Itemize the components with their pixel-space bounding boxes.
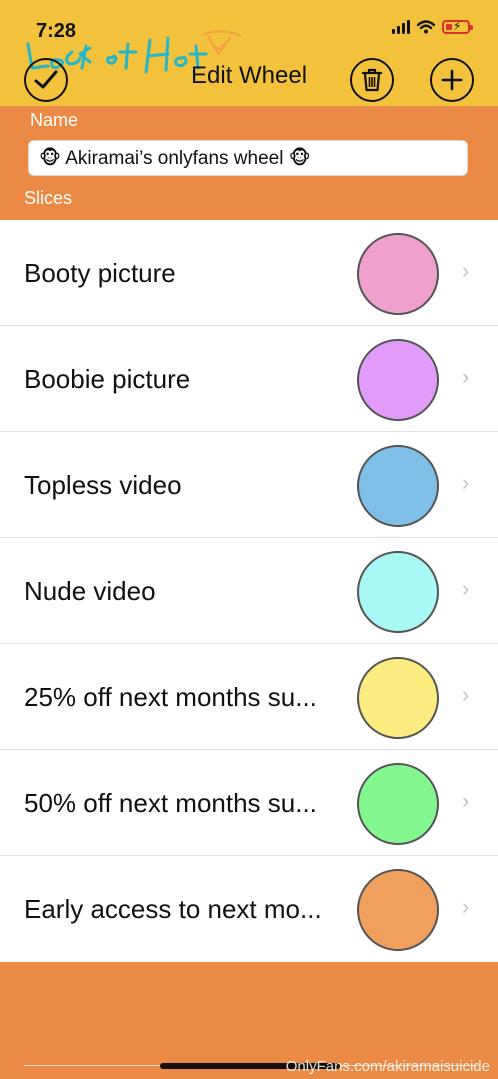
slice-label: Topless video xyxy=(24,470,182,500)
chevron-right-icon: › xyxy=(462,364,470,389)
delete-button[interactable] xyxy=(350,58,394,102)
slices-label: Slices xyxy=(24,188,73,208)
slice-list: Booty picture › Boobie picture › Topless… xyxy=(0,220,498,962)
slice-label: Nude video xyxy=(24,576,156,606)
signal-icon xyxy=(392,20,410,34)
page-title: Edit Wheel xyxy=(190,62,308,89)
chevron-right-icon: › xyxy=(462,470,470,495)
slice-row[interactable]: Topless video › xyxy=(0,432,498,538)
add-slice-button[interactable] xyxy=(430,58,474,102)
slice-label: 50% off next months su... xyxy=(24,788,317,818)
slice-row[interactable]: Nude video › xyxy=(0,538,498,644)
chevron-right-icon: › xyxy=(462,258,470,283)
slice-color-swatch[interactable] xyxy=(357,869,439,951)
slice-row[interactable]: Early access to next mo... › xyxy=(0,856,498,962)
nav-header: 7:28 ⚡ Edit Wheel xyxy=(0,0,498,106)
status-icons: ⚡ xyxy=(392,19,473,34)
status-time: 7:28 xyxy=(36,20,77,42)
slice-label: Early access to next mo... xyxy=(24,894,322,924)
wheel-name-input[interactable] xyxy=(28,140,468,176)
slice-row[interactable]: Booty picture › xyxy=(0,220,498,326)
name-label: Name xyxy=(30,110,79,130)
plus-icon xyxy=(441,69,463,91)
slice-label: 25% off next months su... xyxy=(24,682,317,712)
slice-color-swatch[interactable] xyxy=(357,233,439,315)
slice-color-swatch[interactable] xyxy=(357,445,439,527)
chevron-right-icon: › xyxy=(462,576,470,601)
wifi-icon xyxy=(417,20,435,34)
slice-row[interactable]: 25% off next months su... › xyxy=(0,644,498,750)
chevron-right-icon: › xyxy=(462,894,470,919)
slice-row[interactable]: 50% off next months su... › xyxy=(0,750,498,856)
chevron-right-icon: › xyxy=(462,788,470,813)
slice-label: Booty picture xyxy=(24,258,176,288)
slice-label: Boobie picture xyxy=(24,364,191,394)
battery-icon: ⚡ xyxy=(442,19,473,34)
slice-color-swatch[interactable] xyxy=(357,657,439,739)
slice-color-swatch[interactable] xyxy=(357,551,439,633)
slice-color-swatch[interactable] xyxy=(357,339,439,421)
site-watermark: OnlyFans.com/akiramaisuicide xyxy=(285,1058,490,1075)
slice-row[interactable]: Boobie picture › xyxy=(0,326,498,432)
slice-color-swatch[interactable] xyxy=(357,763,439,845)
chevron-right-icon: › xyxy=(462,682,470,707)
trash-icon xyxy=(361,68,383,92)
